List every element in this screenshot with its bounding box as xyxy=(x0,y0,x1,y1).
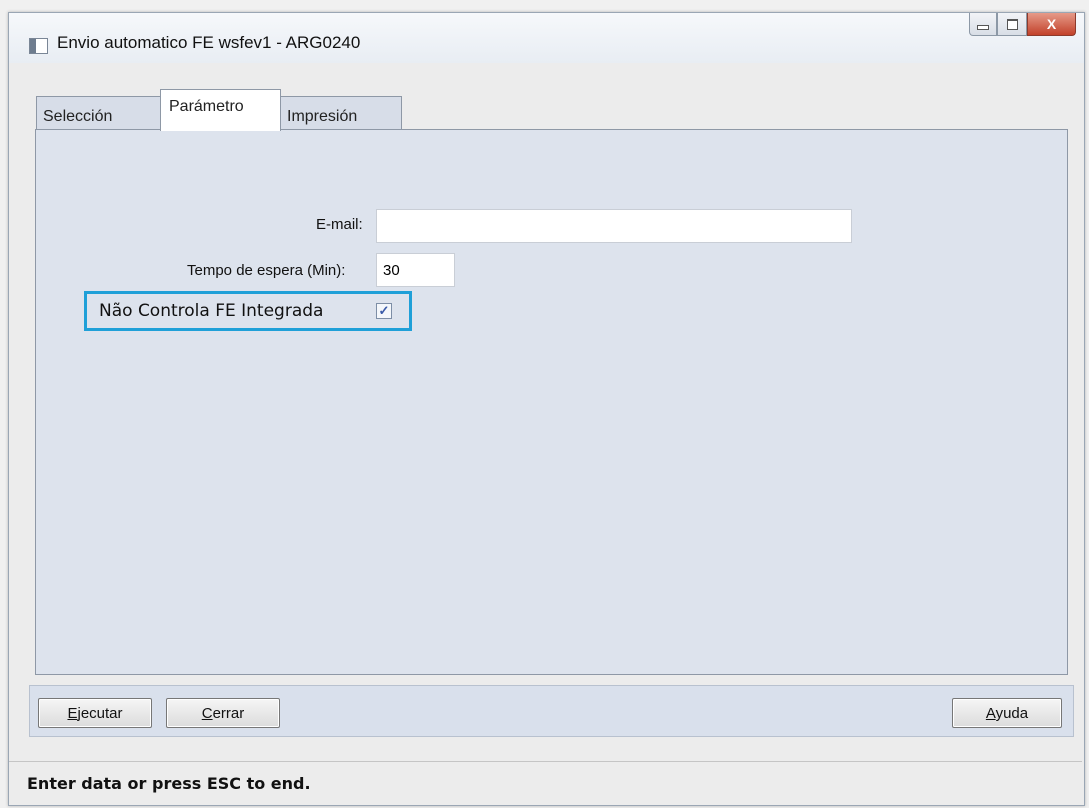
minimize-button[interactable] xyxy=(969,13,997,36)
window-title: Envio automatico FE wsfev1 - ARG0240 xyxy=(57,33,361,52)
button-bar: Ejecutar Cerrar Ayuda xyxy=(29,685,1074,737)
tab-label: Impresión xyxy=(287,108,358,125)
close-mnemonic: C xyxy=(201,704,213,722)
tab-label: Parámetro xyxy=(169,98,244,115)
title-bar[interactable]: Envio automatico FE wsfev1 - ARG0240 X xyxy=(9,13,1084,63)
help-label: yuda xyxy=(995,704,1029,722)
app-icon xyxy=(29,38,48,54)
close-button[interactable]: Cerrar xyxy=(166,698,280,728)
tab-label: Selección xyxy=(43,108,113,125)
close-icon: X xyxy=(1046,16,1057,32)
tab-parametro[interactable]: Parámetro xyxy=(160,89,281,131)
maximize-icon xyxy=(1006,18,1018,30)
window-controls: X xyxy=(969,13,1076,39)
minimize-icon xyxy=(977,24,989,30)
integrated-checkbox-label: Não Controla FE Integrada xyxy=(99,301,324,321)
help-button[interactable]: Ayuda xyxy=(952,698,1062,728)
wait-time-field[interactable] xyxy=(376,253,455,287)
check-mark-icon: ✓ xyxy=(378,303,390,318)
status-bar: Enter data or press ESC to end. xyxy=(9,761,1082,804)
execute-label: jecutar xyxy=(77,704,123,722)
close-window-button[interactable]: X xyxy=(1027,13,1076,36)
tab-impresion[interactable]: Impresión xyxy=(280,96,402,130)
maximize-button[interactable] xyxy=(997,13,1027,36)
tab-seleccion[interactable]: Selección xyxy=(36,96,161,130)
help-mnemonic: A xyxy=(985,704,996,722)
execute-button[interactable]: Ejecutar xyxy=(38,698,152,728)
wait-time-label: Tempo de espera (Min): xyxy=(187,262,346,279)
email-label: E-mail: xyxy=(316,216,363,233)
integrated-checkbox[interactable]: ✓ xyxy=(376,303,392,319)
email-field[interactable] xyxy=(376,209,852,243)
status-text: Enter data or press ESC to end. xyxy=(27,774,311,793)
dialog-window: Envio automatico FE wsfev1 - ARG0240 X S… xyxy=(8,12,1085,806)
close-label: errar xyxy=(212,704,245,722)
execute-mnemonic: E xyxy=(67,704,78,722)
